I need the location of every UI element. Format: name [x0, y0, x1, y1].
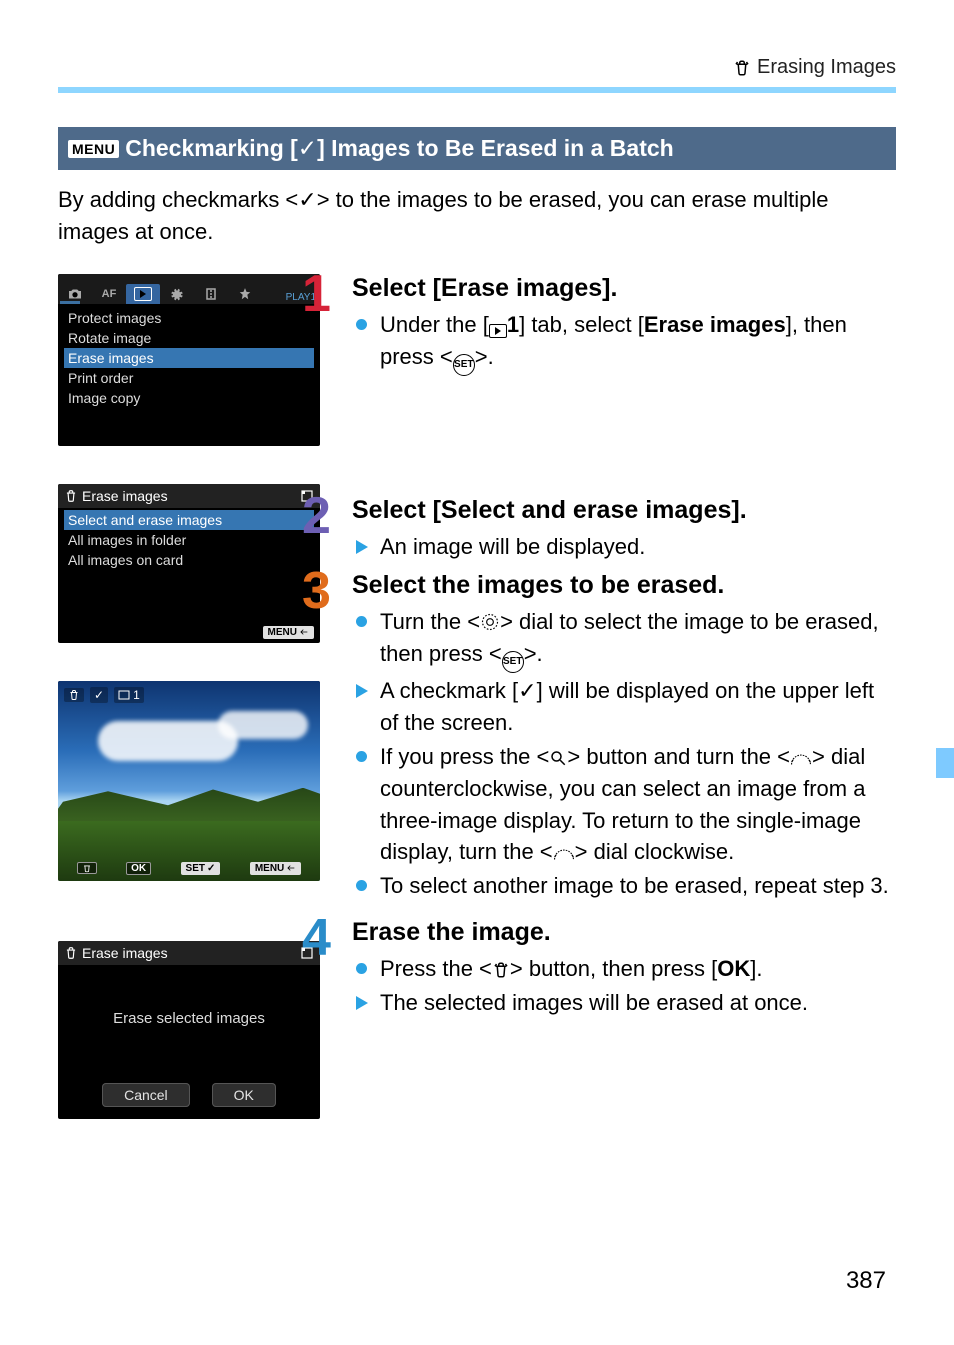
set-icon: SET	[453, 354, 475, 376]
step-number-4: 4	[302, 908, 331, 968]
step-3-bullet-2: A checkmark [✓] will be displayed on the…	[380, 675, 896, 739]
tab-setup-icon	[160, 284, 194, 304]
trash-icon	[64, 688, 84, 702]
check-icon: ✓	[298, 135, 317, 161]
menu-item: Print order	[64, 368, 314, 388]
ok-pill: OK	[126, 862, 151, 875]
main-dial-icon	[553, 846, 575, 862]
dialog-message: Erase selected images	[58, 965, 320, 1073]
counter-pill: 1	[114, 687, 144, 703]
camera-menu-screenshot-1: AF PLAY1 Protect images Rotate image Era…	[58, 274, 320, 446]
set-pill: SET ✓	[181, 862, 221, 875]
menu-item-selected: Erase images	[64, 348, 314, 368]
camera-image-preview: ✓ 1 OK SET ✓ MENU	[58, 681, 320, 881]
tab-playback-icon	[126, 284, 160, 304]
step-1-title: Select [Erase images].	[352, 274, 896, 303]
tab-af: AF	[92, 284, 126, 304]
main-dial-icon	[790, 751, 812, 767]
intro-paragraph: By adding checkmarks <✓> to the images t…	[58, 184, 896, 248]
step-3-bullet-1: Turn the <> dial to select the image to …	[380, 606, 896, 673]
set-icon: SET	[502, 651, 524, 673]
header-title: Erasing Images	[757, 56, 896, 79]
submenu-item: All images on card	[64, 550, 314, 570]
step-number-3: 3	[302, 561, 331, 621]
dialog-title: Erase images	[64, 945, 168, 961]
ok-button: OK	[212, 1083, 276, 1107]
trash-icon	[492, 961, 510, 979]
step-2-title: Select [Select and erase images].	[352, 496, 896, 525]
camera-erase-dialog: Erase images Erase selected images Cance…	[58, 941, 320, 1119]
cancel-button: Cancel	[102, 1083, 190, 1107]
step-4-title: Erase the image.	[352, 918, 896, 947]
submenu-item: All images in folder	[64, 530, 314, 550]
step-4-bullet-2: The selected images will be erased at on…	[380, 987, 896, 1019]
step-1-bullet: Under the [1] tab, select [Erase images]…	[380, 309, 896, 376]
quick-control-dial-icon	[480, 612, 500, 632]
step-3-bullet-4: To select another image to be erased, re…	[380, 870, 896, 902]
trash-pill	[77, 862, 97, 874]
step-number-1: 1	[302, 264, 331, 324]
step-number-2: 2	[302, 486, 331, 546]
step-3-bullet-3: If you press the <> button and turn the …	[380, 741, 896, 869]
section-heading: MENU Checkmarking [✓] Images to Be Erase…	[58, 127, 896, 170]
trash-icon	[733, 59, 751, 77]
menu-item: Image copy	[64, 388, 314, 408]
step-3-title: Select the images to be erased.	[352, 571, 896, 600]
page-number: 387	[846, 1267, 886, 1295]
heading-prefix: Checkmarking [	[125, 135, 298, 161]
check-icon: ✓	[518, 678, 536, 703]
submenu-item-selected: Select and erase images	[64, 510, 314, 530]
menu-back-pill: MENU	[263, 626, 314, 639]
tab-star-icon	[228, 284, 262, 304]
step-2-bullet: An image will be displayed.	[380, 531, 896, 563]
page-edge-tab	[936, 748, 954, 778]
menu-item: Protect images	[64, 308, 314, 328]
tab-custom-icon	[194, 284, 228, 304]
menu-pill: MENU	[250, 862, 301, 875]
check-icon: ✓	[298, 187, 316, 212]
camera-menu-screenshot-2: Erase images Select and erase images All…	[58, 484, 320, 643]
menu-item: Rotate image	[64, 328, 314, 348]
menu-icon: MENU	[68, 140, 119, 158]
magnify-icon	[549, 749, 567, 767]
heading-suffix: ] Images to Be Erased in a Batch	[317, 135, 674, 161]
submenu-title: Erase images	[64, 488, 168, 504]
header-rule	[58, 87, 896, 93]
check-icon: ✓	[90, 687, 108, 703]
running-header: Erasing Images	[58, 56, 896, 79]
step-4-bullet-1: Press the <> button, then press [OK].	[380, 953, 896, 985]
playback-icon	[489, 324, 507, 338]
